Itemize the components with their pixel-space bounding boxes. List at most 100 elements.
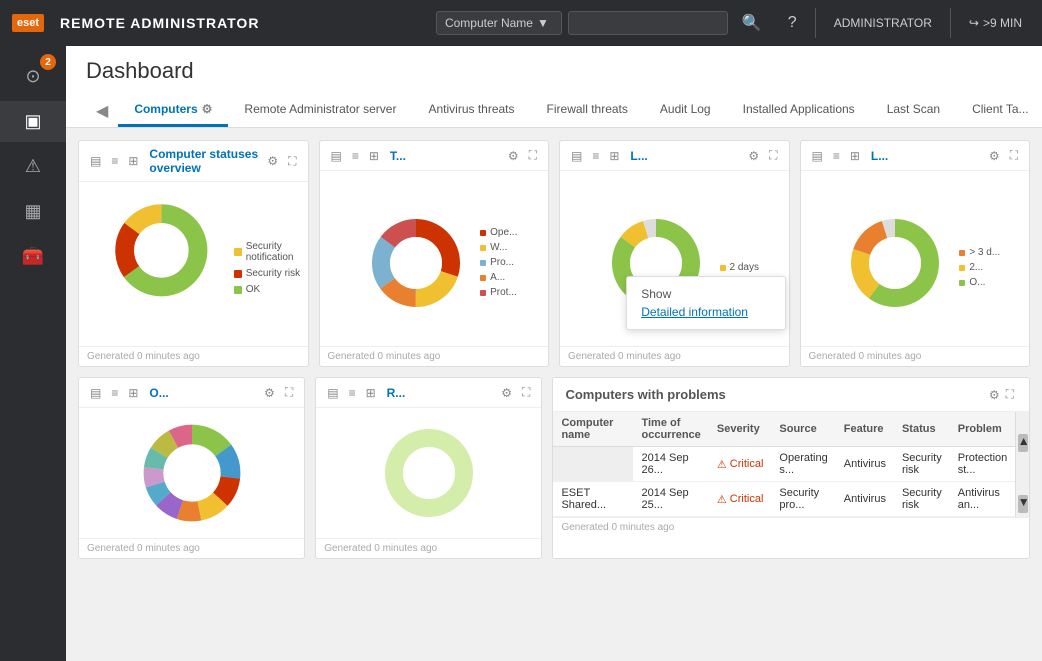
list-icon-6[interactable]: ≡ — [346, 385, 359, 401]
tab-installed-apps[interactable]: Installed Applications — [727, 94, 871, 127]
sidebar-item-computers[interactable]: ▣ — [0, 101, 66, 142]
sidebar-item-reports[interactable]: ▦ — [0, 191, 66, 232]
search-icon[interactable]: 🔍 — [734, 9, 770, 37]
tab-last-scan-label: Last Scan — [887, 102, 940, 116]
tab-firewall[interactable]: Firewall threats — [531, 94, 644, 127]
navbar: eset REMOTE ADMINISTRATOR Computer Name … — [0, 0, 1042, 46]
tab-last-scan[interactable]: Last Scan — [871, 94, 956, 127]
widget-4-footer: Generated 0 minutes ago — [801, 346, 1030, 366]
tab-remote-admin[interactable]: Remote Administrator server — [228, 94, 412, 127]
fullscreen-icon-4[interactable]: ⛶ — [1007, 147, 1021, 164]
bar-chart-icon-5[interactable]: ▤ — [87, 385, 104, 401]
fullscreen-icon-6[interactable]: ⛶ — [519, 384, 533, 401]
tab-client-tasks[interactable]: Client Ta... — [956, 94, 1042, 127]
widget-4-body: > 3 d... 2... O... — [801, 171, 1030, 346]
expand-icon-6[interactable]: ⊞ — [363, 385, 379, 401]
expand-icon[interactable]: ⊞ — [125, 153, 141, 169]
tab-computers-label: Computers — [134, 102, 197, 116]
sidebar-item-alerts[interactable]: ⚠ — [0, 146, 66, 187]
tab-audit[interactable]: Audit Log — [644, 94, 727, 127]
expand-icon-4[interactable]: ⊞ — [847, 148, 863, 164]
cell-feature-2: Antivirus — [836, 482, 894, 517]
scrollbar-up[interactable]: ▲ — [1018, 434, 1028, 452]
warning-icon: ⚠ — [717, 458, 727, 471]
problems-settings-icon[interactable]: ⚙ — [986, 387, 1003, 403]
settings-icon[interactable]: ⚙ — [264, 153, 281, 169]
page-title: Dashboard — [86, 58, 1022, 84]
legend-label-2-4: Prot... — [490, 287, 517, 298]
legend-dot-4-1 — [959, 265, 965, 271]
donut-chart-statuses — [109, 198, 214, 338]
problems-widget: Computers with problems ⚙ ⛶ Computer nam… — [552, 377, 1030, 559]
bar-chart-icon-2[interactable]: ▤ — [328, 148, 345, 164]
navbar-divider — [815, 8, 816, 38]
tooltip-popup: Show Detailed information — [626, 276, 786, 330]
donut-svg-6 — [379, 423, 479, 523]
legend-dot-2-3 — [480, 275, 486, 281]
widget-computer-statuses-footer: Generated 0 minutes ago — [79, 346, 308, 366]
donut-hole-5 — [163, 444, 220, 501]
list-icon-5[interactable]: ≡ — [108, 385, 121, 401]
tab-computers[interactable]: Computers ⚙ — [118, 94, 228, 127]
computer-name-label: Computer Name — [445, 16, 533, 30]
list-icon-4[interactable]: ≡ — [830, 148, 843, 164]
search-input[interactable] — [568, 11, 728, 35]
donut-hole-6 — [403, 447, 455, 499]
problems-fullscreen-icon[interactable]: ⛶ — [1003, 386, 1017, 403]
severity-critical-badge-2: ⚠ Critical — [717, 493, 764, 506]
admin-user[interactable]: ADMINISTRATOR — [826, 16, 940, 30]
widget-2: ▤ ≡ ⊞ T... ⚙ ⛶ — [319, 140, 550, 367]
settings-icon-6[interactable]: ⚙ — [498, 385, 515, 401]
session-info[interactable]: ↪ >9 MIN — [961, 16, 1030, 30]
tab-antivirus-label: Antivirus threats — [428, 102, 514, 116]
tab-remote-admin-label: Remote Administrator server — [244, 102, 396, 116]
fullscreen-icon-2[interactable]: ⛶ — [526, 147, 540, 164]
computer-name-filter[interactable]: Computer Name ▼ — [436, 11, 562, 35]
settings-icon-3[interactable]: ⚙ — [745, 148, 762, 164]
expand-icon-3[interactable]: ⊞ — [606, 148, 622, 164]
scrollbar-down[interactable]: ▼ — [1018, 495, 1028, 513]
help-icon[interactable]: ? — [780, 10, 805, 36]
list-icon[interactable]: ≡ — [108, 153, 121, 169]
settings-icon-2[interactable]: ⚙ — [505, 148, 522, 164]
donut-svg-4 — [845, 213, 945, 313]
problems-title: Computers with problems — [565, 387, 985, 402]
legend-label-4-1: 2... — [969, 262, 983, 273]
sidebar-item-tools[interactable]: 🧰 — [0, 236, 66, 277]
detailed-info-link[interactable]: Detailed information — [641, 305, 771, 319]
bar-chart-icon-4[interactable]: ▤ — [809, 148, 826, 164]
bar-chart-icon[interactable]: ▤ — [87, 153, 104, 169]
tab-collapse-btn[interactable]: ◀ — [86, 95, 118, 127]
tab-computers-settings-icon[interactable]: ⚙ — [202, 102, 213, 116]
expand-icon-2[interactable]: ⊞ — [366, 148, 382, 164]
widget-2-body: Ope... W... Pro... — [320, 171, 549, 346]
fullscreen-icon-3[interactable]: ⛶ — [766, 147, 780, 164]
expand-icon-5[interactable]: ⊞ — [125, 385, 141, 401]
cell-severity-1: ⚠ Critical — [709, 447, 772, 482]
layout: 2 ⊙ ▣ ⚠ ▦ 🧰 Dashboard ◀ Computers ⚙ Remo… — [0, 46, 1042, 661]
tab-client-tasks-label: Client Ta... — [972, 102, 1028, 116]
bar-chart-icon-6[interactable]: ▤ — [324, 385, 341, 401]
list-icon-2[interactable]: ≡ — [349, 148, 362, 164]
tab-antivirus[interactable]: Antivirus threats — [412, 94, 530, 127]
eset-logo: eset — [12, 14, 44, 32]
settings-icon-4[interactable]: ⚙ — [986, 148, 1003, 164]
settings-icon-5[interactable]: ⚙ — [261, 385, 278, 401]
bar-chart-icon-3[interactable]: ▤ — [568, 148, 585, 164]
chart-legend-2: Ope... W... Pro... — [480, 227, 517, 298]
scrollbar[interactable]: ▲ ▼ — [1015, 412, 1029, 517]
list-icon-3[interactable]: ≡ — [589, 148, 602, 164]
legend-label-3-0: 2 days — [730, 262, 759, 273]
legend-dot-2-0 — [480, 230, 486, 236]
col-problem: Problem — [950, 412, 1016, 447]
fullscreen-icon[interactable]: ⛶ — [285, 153, 299, 170]
sidebar-item-dashboard[interactable]: ⊙ — [0, 56, 66, 97]
table-row: 2014 Sep 26... ⚠ Critical Operating s... — [553, 447, 1015, 482]
donut-chart-2 — [366, 213, 466, 313]
fullscreen-icon-5[interactable]: ⛶ — [282, 384, 296, 401]
cell-severity-2: ⚠ Critical — [709, 482, 772, 517]
legend-label-2-0: Ope... — [490, 227, 517, 238]
page-header: Dashboard ◀ Computers ⚙ Remote Administr… — [66, 46, 1042, 128]
cell-source-1: Operating s... — [771, 447, 835, 482]
widget-computer-statuses-header: ▤ ≡ ⊞ Computer statuses overview ⚙ ⛶ — [79, 141, 308, 182]
